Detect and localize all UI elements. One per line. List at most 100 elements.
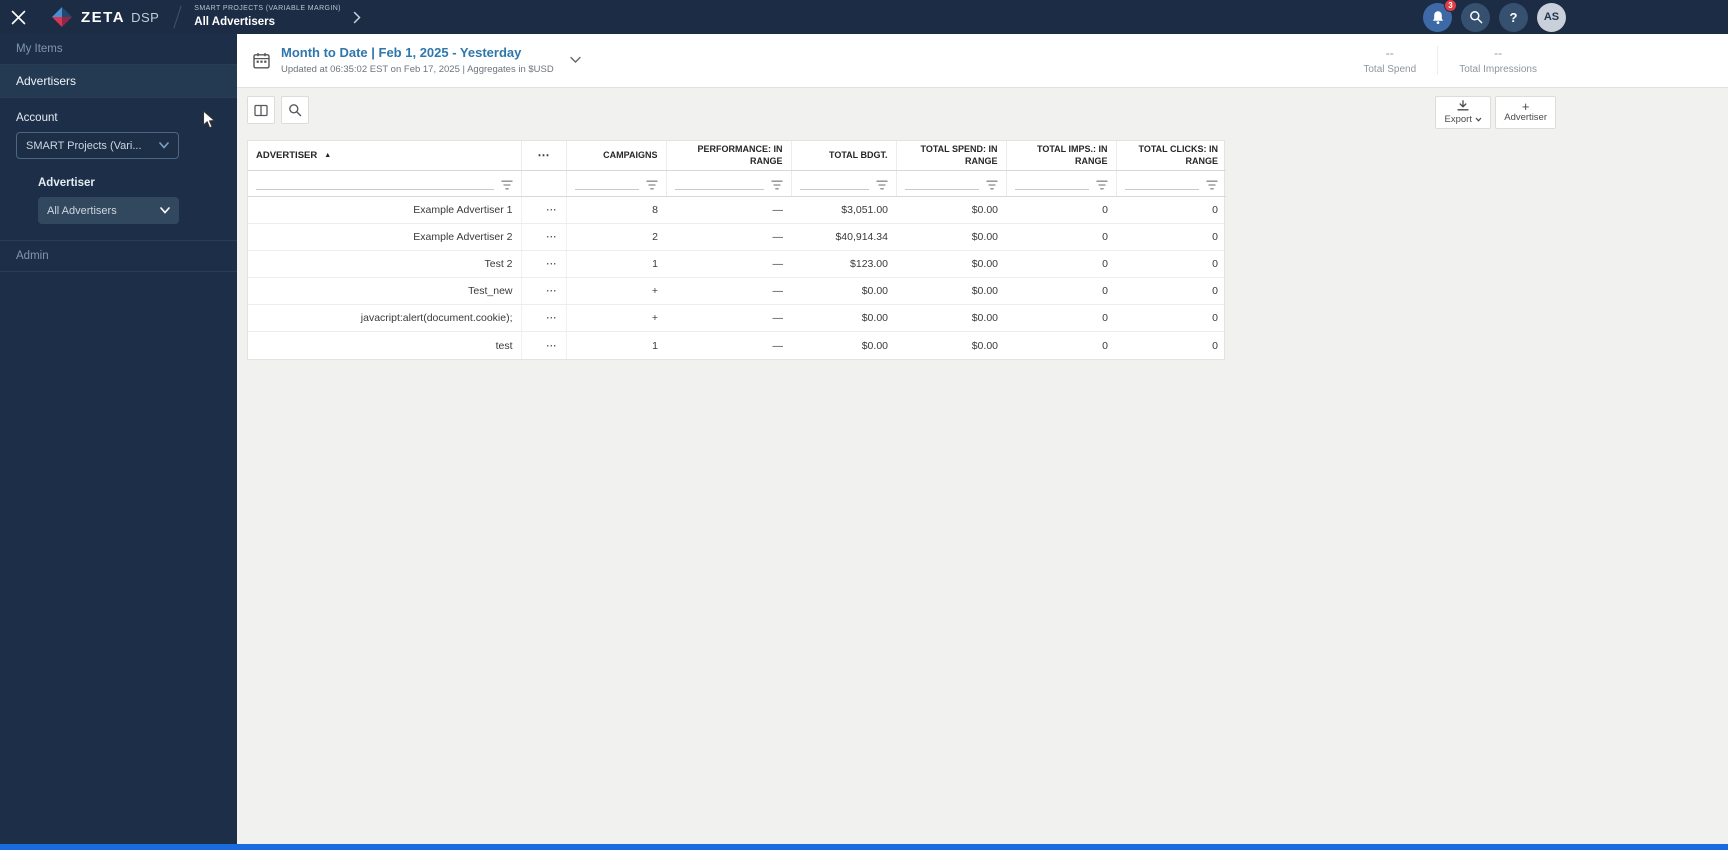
topbar-actions: 3 ? AS (1423, 0, 1566, 32)
budget-cell: $123.00 (791, 250, 896, 279)
zeta-diamond-icon (52, 7, 72, 27)
performance-cell: — (772, 339, 784, 352)
row-options-icon[interactable]: ⋯ (521, 223, 567, 252)
account-select[interactable]: SMART Projects (Vari... (16, 132, 179, 159)
export-button[interactable]: Export (1435, 96, 1492, 129)
filter-funnel-icon[interactable] (500, 180, 513, 190)
download-icon (1457, 99, 1469, 114)
help-icon[interactable]: ? (1499, 2, 1528, 32)
column-total-spend[interactable]: TOTAL SPEND: IN RANGE (896, 141, 1007, 172)
filter-funnel-icon[interactable] (875, 180, 888, 190)
add-advertiser-label: Advertiser (1504, 111, 1547, 123)
column-advertiser-label: ADVERTISER (256, 149, 318, 161)
spend-cell: $0.00 (896, 250, 1006, 279)
user-avatar[interactable]: AS (1537, 2, 1566, 32)
sidebar-item-my-items[interactable]: My Items (0, 34, 237, 65)
notifications-bell-icon[interactable]: 3 (1423, 0, 1457, 32)
table-row: Test_new ⋯ + — $0.00 $0.00 0 0 (248, 277, 1226, 306)
spend-filter-cell[interactable] (896, 170, 1007, 198)
date-range-title: Month to Date | Feb 1, 2025 - Yesterday (281, 44, 522, 60)
row-options-icon[interactable]: ⋯ (521, 277, 567, 306)
campaigns-cell: 1 (652, 339, 658, 352)
filter-funnel-icon[interactable] (645, 180, 658, 190)
spend-cell: $0.00 (971, 339, 998, 352)
table-search-icon[interactable] (281, 96, 309, 124)
column-settings-icon[interactable] (247, 96, 275, 124)
campaigns-filter-cell[interactable] (566, 170, 667, 198)
filter-input[interactable] (1014, 178, 1089, 191)
imps-filter-cell[interactable] (1006, 170, 1117, 198)
imps-cell: 0 (1006, 223, 1116, 252)
date-chevron-down-icon[interactable] (570, 56, 581, 64)
column-total-clicks[interactable]: TOTAL CLICKS: IN RANGE (1116, 141, 1226, 172)
chevron-down-icon (1475, 117, 1482, 122)
row-options-icon[interactable]: ⋯ (521, 196, 567, 225)
performance-cell: — (666, 250, 791, 279)
breadcrumb-separator (173, 5, 182, 29)
date-text: Month to Date | Feb 1, 2025 - Yesterday … (281, 45, 554, 76)
spend-cell: $0.00 (896, 223, 1006, 252)
account-label: Account (16, 112, 58, 124)
add-advertiser-button[interactable]: + Advertiser (1495, 96, 1556, 129)
table-header-row: ADVERTISER ▲ ⋯ CAMPAIGNS PERFORMANCE: IN … (248, 141, 1226, 172)
date-range-selector[interactable]: Month to Date | Feb 1, 2025 - Yesterday … (253, 45, 581, 76)
sidebar-item-advertisers[interactable]: Advertisers (0, 65, 237, 98)
campaigns-cell: 8 (566, 196, 666, 225)
budget-cell: $0.00 (861, 339, 888, 352)
advertiser-name-cell[interactable]: Example Advertiser 2 (248, 223, 522, 252)
left-sidebar: My Items Advertisers Account SMART Proje… (0, 34, 237, 844)
total-spend-label: Total Spend (1363, 64, 1417, 75)
advertiser-filter-cell[interactable] (248, 170, 522, 198)
advertiser-name-cell[interactable]: test (248, 331, 522, 359)
column-performance[interactable]: PERFORMANCE: IN RANGE (666, 141, 792, 172)
total-impressions-label: Total Impressions (1459, 64, 1537, 75)
filter-input[interactable] (1124, 178, 1199, 191)
filter-input[interactable] (674, 178, 764, 191)
table-row: test ⋯ 1 — $0.00 $0.00 0 0 (248, 331, 1226, 359)
imps-cell: 0 (1006, 277, 1116, 306)
column-options[interactable]: ⋯ (521, 141, 567, 172)
filter-funnel-icon[interactable] (770, 180, 783, 190)
column-total-budget[interactable]: TOTAL BDGT. (791, 141, 897, 172)
clicks-filter-cell[interactable] (1116, 170, 1226, 198)
budget-cell: $0.00 (791, 277, 896, 306)
sidebar-item-admin[interactable]: Admin (0, 241, 237, 272)
add-campaign-cell[interactable]: + (566, 304, 666, 333)
breadcrumb-chevron-right-icon[interactable] (353, 11, 361, 24)
spend-cell: $0.00 (896, 277, 1006, 306)
zeta-dsp-logo[interactable]: ZETA DSP (50, 6, 159, 28)
advertiser-name-cell[interactable]: Test 2 (248, 250, 522, 279)
filter-input[interactable] (799, 178, 869, 191)
total-impressions-value: -- (1494, 46, 1503, 60)
close-icon[interactable] (0, 0, 36, 34)
filter-funnel-icon[interactable] (1206, 180, 1218, 190)
advertiser-select[interactable]: All Advertisers (38, 197, 179, 224)
filter-funnel-icon[interactable] (985, 180, 998, 190)
filter-input[interactable] (904, 178, 979, 191)
row-options-icon[interactable]: ⋯ (521, 304, 567, 333)
performance-filter-cell[interactable] (666, 170, 792, 198)
column-total-imps[interactable]: TOTAL IMPS.: IN RANGE (1006, 141, 1117, 172)
add-campaign-cell[interactable]: + (566, 277, 666, 306)
advertiser-name-cell[interactable]: javacript:alert(document.cookie); (248, 304, 522, 333)
row-options-icon[interactable]: ⋯ (521, 331, 567, 359)
filter-funnel-icon[interactable] (1095, 180, 1108, 190)
advertiser-name-cell[interactable]: Test_new (248, 277, 522, 306)
budget-cell: $0.00 (791, 304, 896, 333)
filter-input[interactable] (574, 178, 639, 191)
column-campaigns[interactable]: CAMPAIGNS (566, 141, 667, 172)
advertiser-select-value: All Advertisers (47, 204, 117, 217)
chevron-down-icon (160, 207, 170, 214)
filter-input[interactable] (256, 178, 494, 191)
row-options-icon[interactable]: ⋯ (521, 250, 567, 279)
date-updated-subtitle: Updated at 06:35:02 EST on Feb 17, 2025 … (281, 63, 554, 75)
column-advertiser[interactable]: ADVERTISER ▲ (248, 141, 522, 172)
budget-filter-cell[interactable] (791, 170, 897, 198)
account-select-value: SMART Projects (Vari... (26, 139, 142, 152)
budget-cell: $40,914.34 (791, 223, 896, 252)
imps-cell: 0 (1006, 250, 1116, 279)
table-row: Example Advertiser 2 ⋯ 2 — $40,914.34 $0… (248, 223, 1226, 252)
global-search-icon[interactable] (1461, 2, 1490, 32)
breadcrumb[interactable]: SMART PROJECTS (VARIABLE MARGIN) All Adv… (194, 5, 341, 29)
advertiser-name-cell[interactable]: Example Advertiser 1 (248, 196, 522, 225)
